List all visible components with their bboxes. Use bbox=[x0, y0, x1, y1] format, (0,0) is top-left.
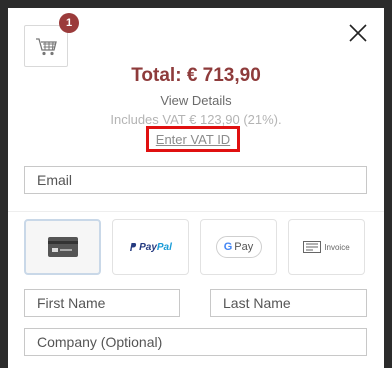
cart-count-badge: 1 bbox=[59, 13, 79, 33]
google-g-icon: G bbox=[223, 241, 233, 253]
payment-method-card[interactable] bbox=[24, 219, 101, 275]
invoice-logo: Invoice bbox=[303, 241, 350, 253]
vat-info-text: Includes VAT € 123,90 (21%). bbox=[110, 112, 282, 127]
checkout-modal: 1 Total: € 713,90 View Details Includes … bbox=[8, 8, 384, 368]
enter-vat-id-link[interactable]: Enter VAT ID bbox=[149, 132, 237, 147]
total-value: € 713,90 bbox=[186, 65, 261, 86]
last-name-field[interactable]: Last Name bbox=[210, 289, 367, 317]
close-button[interactable] bbox=[348, 23, 368, 43]
enter-vat-id-highlight: Enter VAT ID bbox=[146, 126, 240, 152]
payment-method-invoice[interactable]: Invoice bbox=[288, 219, 365, 275]
cart-button[interactable] bbox=[24, 25, 68, 67]
company-field[interactable]: Company (Optional) bbox=[24, 328, 367, 356]
gpay-label: Pay bbox=[234, 241, 254, 253]
paypal-label-b: Pal bbox=[156, 241, 172, 253]
section-divider bbox=[8, 211, 384, 212]
payment-method-paypal[interactable]: Pay Pal bbox=[112, 219, 189, 275]
google-pay-logo: G Pay bbox=[215, 236, 262, 258]
cart-icon bbox=[36, 38, 57, 56]
paypal-logo: Pay Pal bbox=[129, 242, 172, 253]
first-name-field[interactable]: First Name bbox=[24, 289, 180, 317]
invoice-icon bbox=[303, 241, 322, 253]
close-icon bbox=[349, 24, 367, 42]
paypal-icon bbox=[130, 243, 137, 251]
email-field[interactable]: Email bbox=[24, 166, 367, 194]
paypal-label-a: Pay bbox=[139, 241, 157, 253]
credit-card-icon bbox=[47, 237, 78, 257]
total-label: Total: bbox=[131, 65, 182, 86]
view-details-link[interactable]: View Details bbox=[8, 93, 384, 108]
invoice-label: Invoice bbox=[324, 242, 350, 252]
payment-method-google-pay[interactable]: G Pay bbox=[200, 219, 277, 275]
order-total: Total: € 713,90 bbox=[8, 65, 384, 87]
